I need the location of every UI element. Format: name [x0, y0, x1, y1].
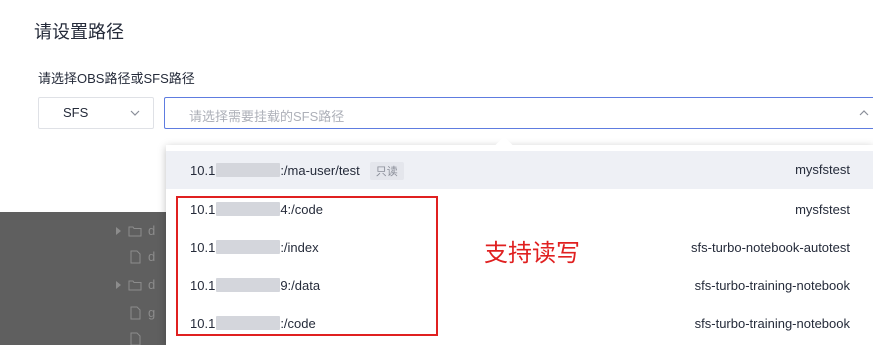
- option-owner: sfs-turbo-training-notebook: [694, 316, 850, 331]
- page-title: 请设置路径: [34, 22, 124, 42]
- sfs-path-placeholder: 请选择需要挂载的SFS路径: [189, 109, 345, 124]
- tree-item-label: d: [148, 249, 156, 264]
- redaction-mask: [216, 163, 281, 177]
- tree-item-label: g: [148, 305, 156, 320]
- caret-right-icon: [116, 281, 121, 289]
- chevron-down-icon: [130, 110, 140, 116]
- read-only-badge: 只读: [369, 162, 404, 180]
- caret-right-icon: [116, 227, 121, 235]
- option-owner: sfs-turbo-notebook-autotest: [691, 240, 850, 255]
- option-owner: sfs-turbo-training-notebook: [694, 278, 850, 293]
- annotation-highlight-box: [176, 196, 438, 336]
- file-icon: [130, 306, 141, 320]
- storage-type-value: SFS: [63, 105, 89, 120]
- folder-icon: [128, 226, 142, 237]
- tree-item-label: d: [148, 223, 156, 238]
- option-owner: mysfstest: [795, 162, 850, 177]
- option-owner: mysfstest: [795, 202, 850, 217]
- sfs-path-select[interactable]: 请选择需要挂载的SFS路径: [164, 97, 873, 129]
- file-icon: [130, 250, 141, 264]
- path-label: 请选择OBS路径或SFS路径: [38, 71, 195, 86]
- option-path: 10.1:/ma-user/test 只读: [190, 162, 404, 180]
- chevron-up-icon: [859, 110, 869, 116]
- file-icon: [130, 332, 141, 345]
- folder-icon: [128, 280, 142, 291]
- annotation-text: 支持读写: [484, 239, 580, 267]
- storage-type-select[interactable]: SFS: [38, 97, 154, 129]
- tree-item-label: d: [148, 277, 156, 292]
- sfs-path-option[interactable]: 10.1:/ma-user/test 只读 mysfstest: [166, 151, 873, 189]
